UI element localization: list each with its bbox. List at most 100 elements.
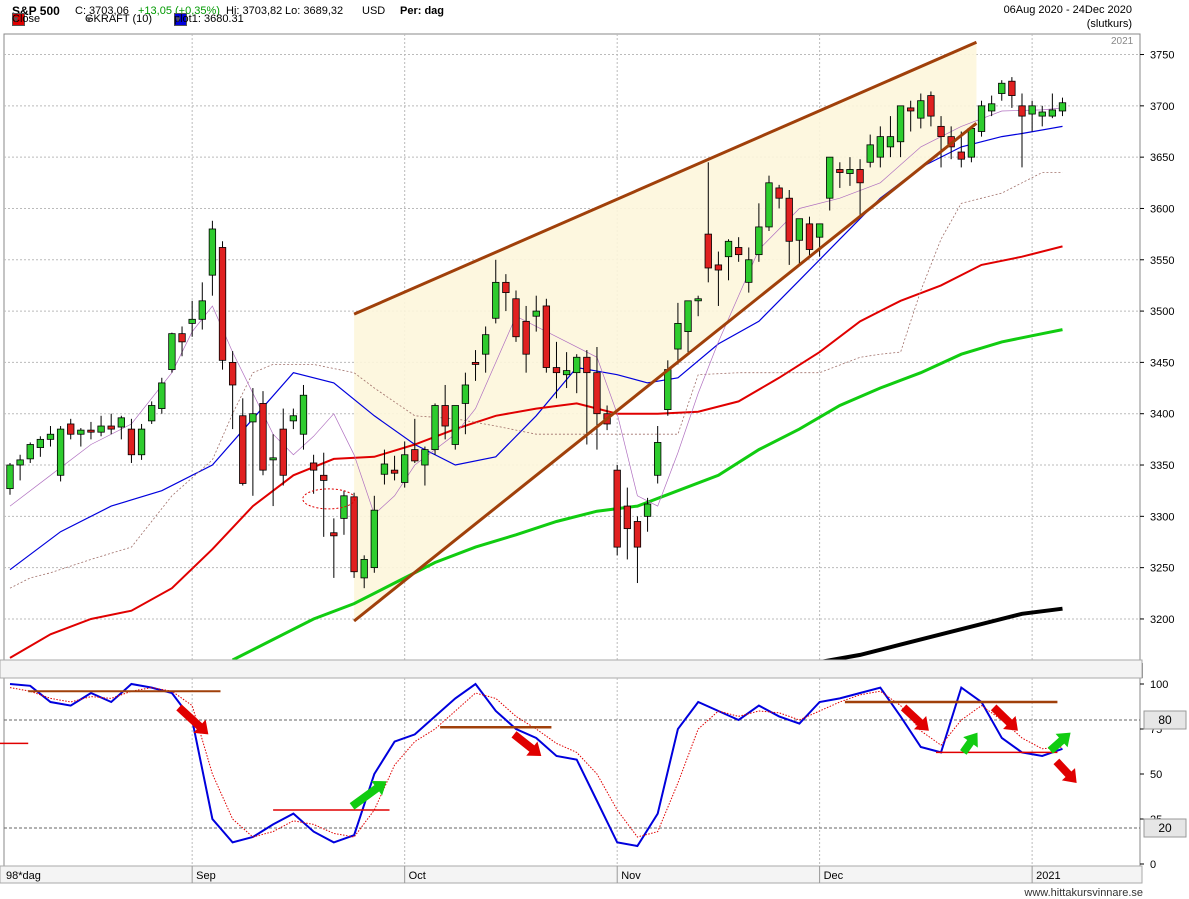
candle-body [977, 105, 986, 132]
candle-body [1038, 111, 1046, 117]
y-tick-label: 50 [1150, 769, 1162, 781]
legend-stoch-label: Stochastic Slow (14): 64,36 [29, 664, 163, 676]
candle-body [1018, 105, 1026, 117]
y-tick-label: 3750 [1150, 50, 1174, 62]
level-label: 20 [1158, 821, 1172, 835]
candle-body [107, 425, 115, 430]
y-tick-label: 3500 [1150, 306, 1174, 318]
candle-body [562, 370, 571, 376]
y-tick-label: 25 [1150, 814, 1162, 826]
chart-canvas: 3200 3250 3300 3350 3400 3450 3500 3550 3600 3650… [0, 33, 1187, 884]
candle-body [765, 182, 773, 228]
y-tick-label: 100 [1150, 679, 1168, 691]
chevron-down-icon[interactable]: ▼ [12, 15, 20, 24]
candle-body [87, 429, 95, 433]
wrench-icon[interactable]: ⚒ [1108, 663, 1124, 678]
legend-d[interactable]: %D (3): 64,73 [176, 663, 262, 677]
y-tick-label: 3550 [1150, 255, 1174, 267]
candle-body [320, 474, 328, 481]
candle-body [633, 521, 642, 548]
candle-body [340, 495, 348, 519]
candle-body [1008, 80, 1016, 96]
candle-body [573, 356, 581, 374]
candle-body [542, 305, 551, 368]
candle-body [836, 169, 844, 173]
candle-body [927, 95, 935, 117]
price-type: (slutkurs) [1086, 18, 1132, 30]
candle-body [401, 454, 409, 483]
candle-body [218, 247, 227, 361]
candle-body [1028, 105, 1036, 115]
candle-body [360, 559, 368, 579]
legend-gkraft-label: GKRAFT (10) [85, 13, 153, 25]
candle-body [734, 247, 743, 256]
arrow-shape [349, 781, 387, 810]
candle-body [67, 423, 75, 435]
candle-body [309, 462, 318, 471]
chevron-down-icon[interactable]: ▼ [174, 15, 182, 24]
candle-body [512, 298, 520, 338]
chevron-down-icon[interactable]: ▼ [85, 15, 93, 24]
arrow-shape [176, 704, 209, 735]
candle-body [522, 320, 530, 355]
candle-body [552, 367, 561, 374]
period-label: Per: dag [400, 5, 445, 17]
legend-stoch[interactable]: Stochastic Slow (14): 64,36 [12, 663, 163, 677]
arrow-shape [990, 704, 1018, 731]
signal-arrow [349, 781, 387, 810]
candle-body [97, 425, 105, 433]
candle-body [198, 300, 206, 320]
channel-area [354, 42, 977, 622]
candle-body [421, 449, 429, 466]
candle-body [967, 128, 976, 158]
signal-arrow [1047, 732, 1071, 754]
candle-body [137, 428, 146, 456]
signal-arrow [900, 704, 929, 731]
candle-body [158, 382, 166, 409]
candle-body [593, 372, 601, 415]
candle-body [694, 298, 702, 302]
candle-body [492, 281, 500, 319]
candle-body [745, 259, 753, 283]
candle-body [178, 333, 186, 343]
candle-body [603, 413, 611, 425]
legend-d-label: %D (3): 64,73 [193, 664, 262, 676]
candle-body [461, 384, 470, 404]
level-label: 80 [1158, 713, 1172, 727]
candle-body [1058, 102, 1067, 112]
low-value: Lo: 3689,32 [285, 5, 344, 17]
close-icon[interactable]: × [1127, 663, 1143, 678]
footer-url: www.hittakursvinnare.se [1024, 887, 1143, 899]
y-tick-label: 3200 [1150, 614, 1174, 626]
level-box [1143, 710, 1187, 730]
candle-body [724, 240, 733, 258]
candle-body [228, 361, 237, 386]
candle-body [987, 103, 996, 112]
y-tick-label: 3250 [1150, 563, 1174, 575]
candle-body [937, 125, 945, 138]
candle-body [502, 281, 510, 294]
candle-body [674, 322, 682, 350]
candle-body [846, 169, 854, 174]
price-panel [3, 33, 1141, 661]
y-tick-label: 3350 [1150, 460, 1174, 472]
candle-body [704, 233, 712, 269]
chart-window: { "header": { "symbol": "S&P 500", "clos… [0, 0, 1189, 899]
candle-body [815, 223, 824, 238]
candle-body [441, 405, 449, 427]
candle-body [866, 144, 874, 163]
candle-body [876, 136, 884, 158]
y-tick-label: 3700 [1150, 101, 1174, 113]
stoch-swatch [12, 663, 25, 677]
candle-body [208, 228, 217, 276]
candle-body [36, 438, 45, 448]
signal-arrow [511, 731, 542, 757]
candle-body [957, 151, 965, 160]
candle-body [805, 223, 814, 250]
candle-body [390, 469, 399, 474]
candle-body [755, 226, 763, 256]
candle-body [947, 136, 955, 148]
signal-arrow [960, 732, 978, 755]
candle-body [583, 356, 591, 374]
x-tick-label: Sep [196, 870, 216, 882]
